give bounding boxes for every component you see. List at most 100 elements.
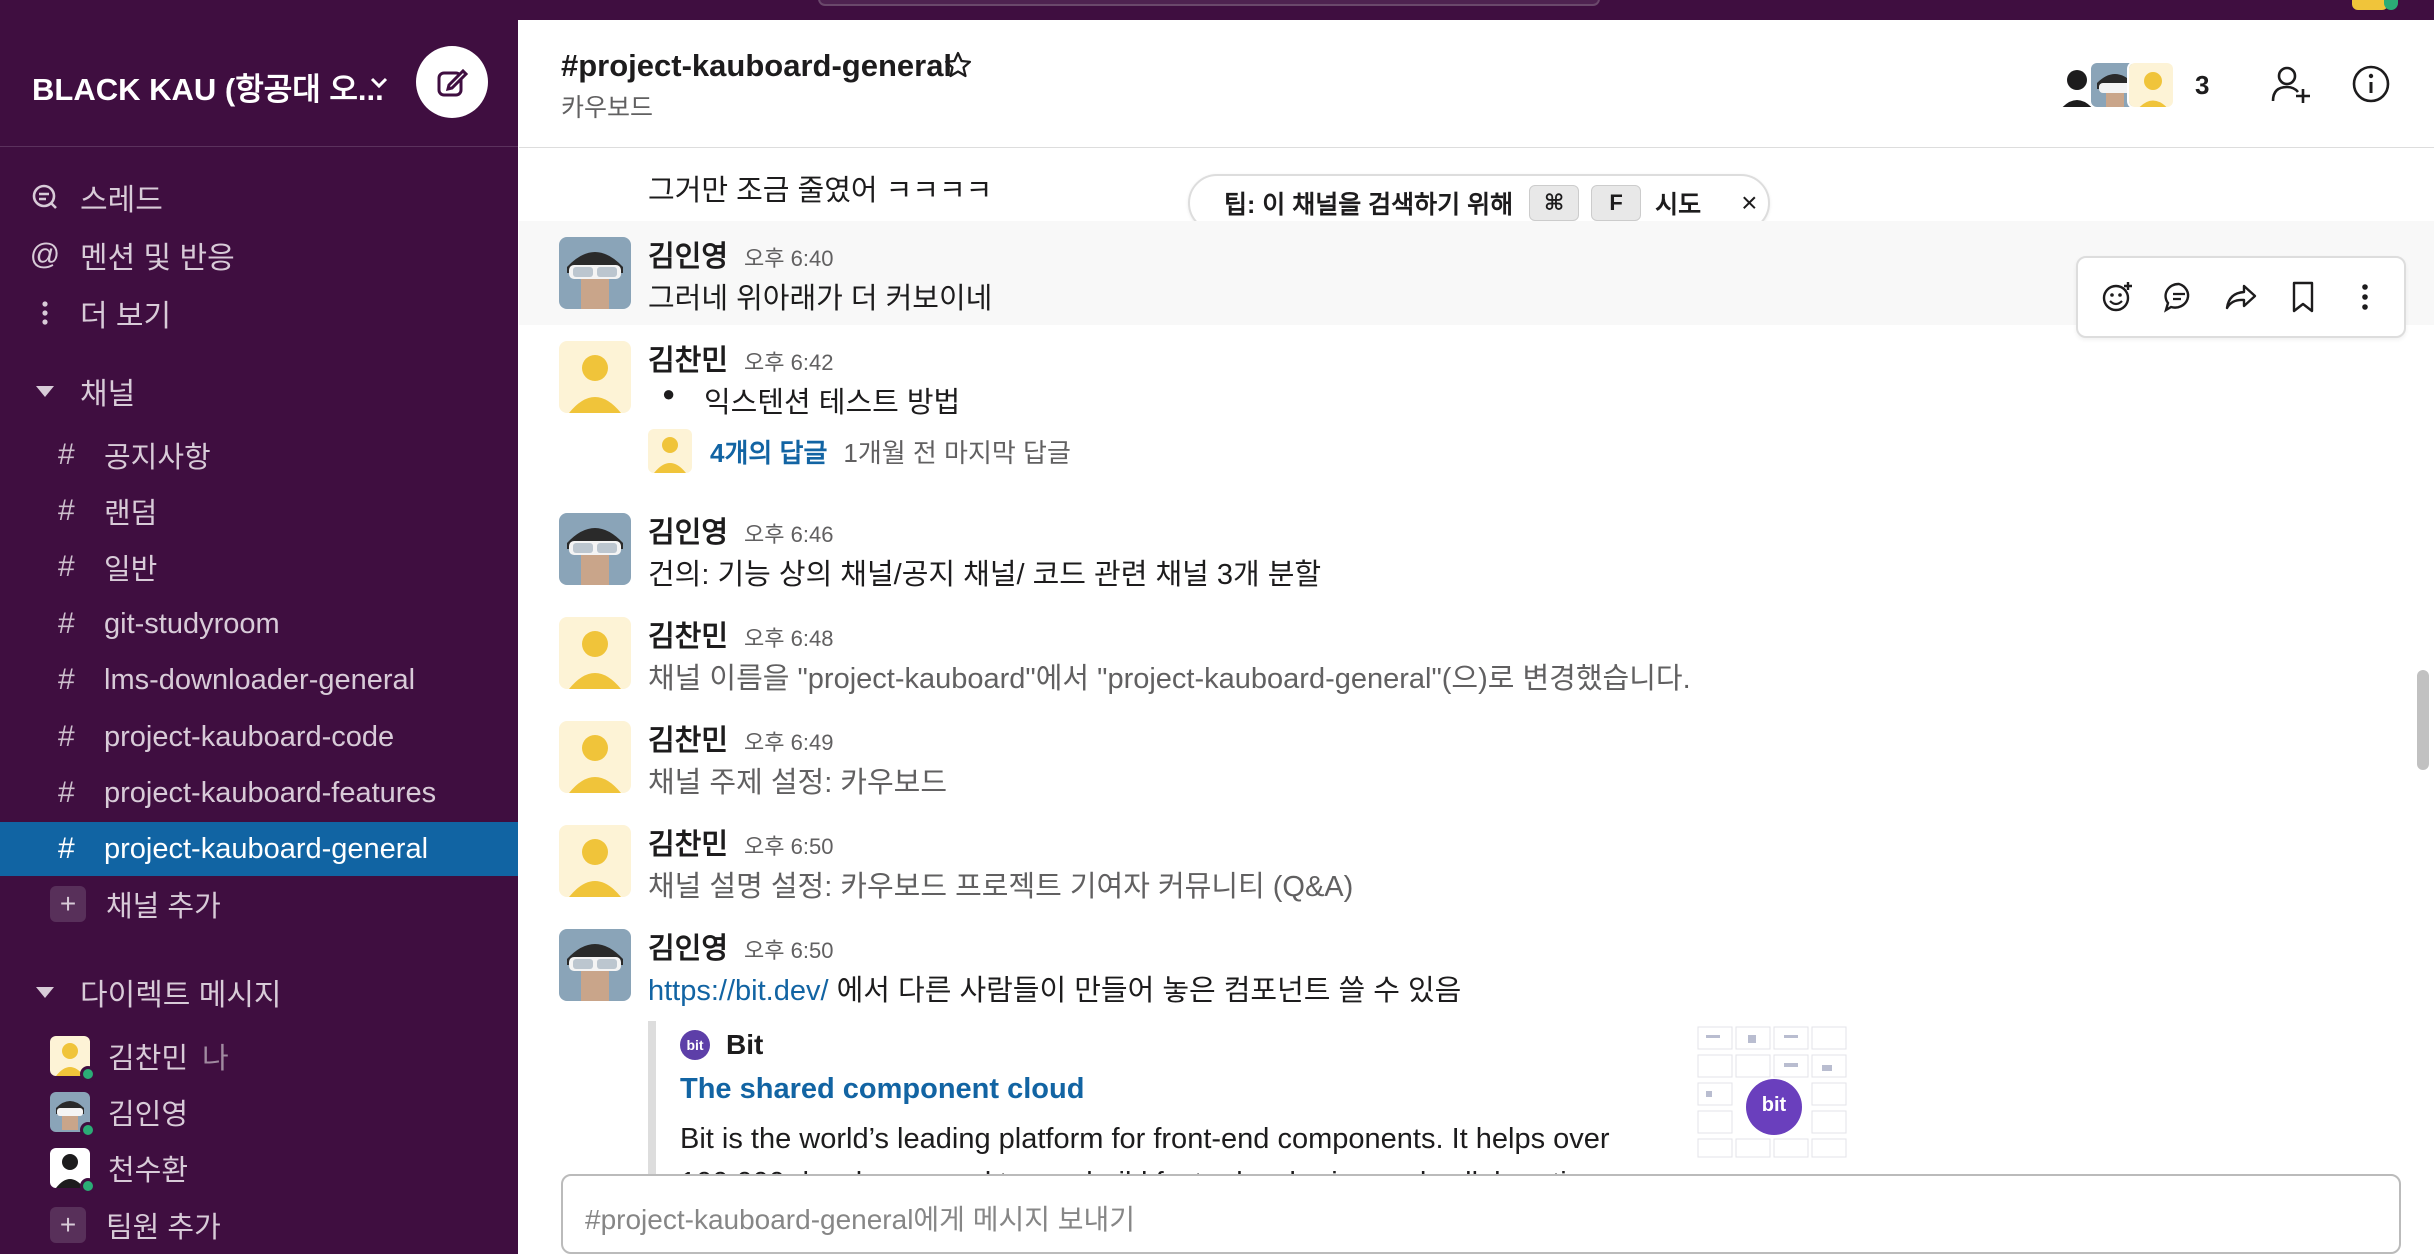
channel-item[interactable]: # project-kauboard-features — [0, 766, 518, 820]
message[interactable]: 김찬민 오후 6:49 채널 주제 설정: 카우보드 — [519, 707, 2434, 811]
f-key: F — [1591, 185, 1642, 221]
avatar[interactable] — [559, 237, 631, 309]
timestamp[interactable]: 오후 6:49 — [744, 730, 833, 755]
plus-icon: + — [50, 886, 86, 922]
channel-item[interactable]: # 공지사항 — [0, 428, 518, 482]
add-reaction-button[interactable] — [2097, 277, 2137, 317]
add-member-button[interactable]: + 팀원 추가 — [0, 1198, 518, 1252]
channel-item[interactable]: # lms-downloader-general — [0, 653, 518, 707]
message-author[interactable]: 김찬민 오후 6:49 — [648, 717, 833, 759]
add-channel-button[interactable]: + 채널 추가 — [0, 877, 518, 931]
member-list-button[interactable]: 3 — [2051, 60, 2209, 110]
message-composer[interactable]: #project-kauboard-general에게 메시지 보내기 — [561, 1174, 2401, 1254]
dm-section-header[interactable]: 다이렉트 메시지 — [36, 967, 282, 1017]
reply-count[interactable]: 4개의 답글 — [710, 433, 827, 470]
cmd-key: ⌘ — [1529, 185, 1580, 221]
nav-mentions-label: 멘션 및 반응 — [80, 242, 235, 275]
author-name[interactable]: 김찬민 — [648, 621, 728, 653]
timestamp[interactable]: 오후 6:50 — [744, 938, 833, 963]
message[interactable]: 김찬민 오후 6:42 ● 익스텐션 테스트 방법 4개의 답글 1개월 전 마지… — [519, 325, 2434, 499]
share-message-button[interactable] — [2221, 277, 2261, 317]
compose-button[interactable] — [416, 46, 488, 118]
thread-replies-link[interactable]: 4개의 답글 1개월 전 마지막 답글 — [648, 429, 1071, 473]
avatar[interactable] — [559, 825, 631, 897]
channel-item[interactable]: # 일반 — [0, 540, 518, 594]
reply-in-thread-button[interactable] — [2159, 277, 2199, 317]
message-author[interactable]: 김인영 오후 6:40 — [648, 233, 833, 275]
caret-down-icon — [36, 385, 54, 397]
timestamp[interactable]: 오후 6:40 — [744, 246, 833, 271]
channel-item[interactable]: # git-studyroom — [0, 597, 518, 651]
site-name: Bit — [726, 1029, 764, 1060]
last-reply-time: 1개월 전 마지막 답글 — [843, 437, 1071, 468]
link-preview[interactable]: bit Bit The shared component cloud Bit i… — [648, 1021, 1856, 1174]
channel-name: lms-downloader-general — [104, 663, 416, 696]
avatar[interactable] — [559, 513, 631, 585]
channels-section-header[interactable]: 채널 — [36, 366, 135, 416]
author-name[interactable]: 김인영 — [648, 241, 728, 273]
channel-topic[interactable]: 카우보드 — [561, 88, 653, 124]
message[interactable]: 김찬민 오후 6:48 채널 이름을 "project-kauboard"에서 "… — [519, 603, 2434, 707]
nav-threads[interactable]: 스레드 — [30, 173, 163, 221]
timestamp[interactable]: 오후 6:50 — [744, 834, 833, 859]
message-link[interactable]: https://bit.dev/ — [648, 975, 829, 1007]
channel-name: git-studyroom — [104, 607, 280, 640]
channel-item-active[interactable]: # project-kauboard-general — [0, 822, 518, 876]
avatar[interactable] — [559, 617, 631, 689]
star-icon[interactable] — [943, 50, 973, 80]
message-author[interactable]: 김인영 오후 6:50 — [648, 925, 833, 967]
hash-icon: # — [58, 550, 75, 583]
nav-threads-label: 스레드 — [80, 184, 163, 217]
message-author[interactable]: 김찬민 오후 6:50 — [648, 821, 833, 863]
nav-more[interactable]: 더 보기 — [30, 289, 171, 337]
author-name[interactable]: 김찬민 — [648, 829, 728, 861]
dm-item[interactable]: 김인영 — [0, 1085, 518, 1139]
nav-mentions[interactable]: @ 멘션 및 반응 — [30, 231, 235, 279]
add-people-button[interactable] — [2269, 62, 2313, 106]
message-text: 익스텐션 테스트 방법 — [704, 387, 961, 419]
scrollbar-thumb[interactable] — [2417, 670, 2429, 770]
author-name[interactable]: 김찬민 — [648, 345, 728, 377]
author-name[interactable]: 김찬민 — [648, 725, 728, 757]
link-preview-thumbnail[interactable]: bit — [1696, 1021, 1856, 1161]
save-message-button[interactable] — [2283, 277, 2323, 317]
add-person-icon — [2271, 66, 2310, 103]
dm-name: 김인영 — [108, 1099, 189, 1131]
message[interactable]: 김인영 오후 6:50 https://bit.dev/ 에서 다른 사람들이 만… — [519, 915, 2434, 1174]
timestamp[interactable]: 오후 6:42 — [744, 350, 833, 375]
message-text: 그러네 위아래가 더 커보이네 — [648, 283, 993, 315]
info-icon — [2352, 65, 2390, 103]
dm-item[interactable]: 김찬민 나 — [0, 1029, 518, 1083]
workspace-name[interactable]: BLACK KAU (항공대 오... — [32, 64, 384, 109]
user-avatar[interactable] — [2352, 0, 2388, 10]
close-icon[interactable]: × — [1741, 187, 1757, 219]
message-author[interactable]: 김찬민 오후 6:42 — [648, 337, 833, 379]
message[interactable]: 김찬민 오후 6:50 채널 설명 설정: 카우보드 프로젝트 기여자 커뮤니티 … — [519, 811, 2434, 915]
avatar[interactable] — [559, 721, 631, 793]
dm-item[interactable]: 천수환 — [0, 1141, 518, 1195]
author-name[interactable]: 김인영 — [648, 933, 728, 965]
channel-title[interactable]: #project-kauboard-general — [561, 48, 952, 84]
author-name[interactable]: 김인영 — [648, 517, 728, 549]
search-bar[interactable] — [818, 0, 1600, 6]
message-author[interactable]: 김찬민 오후 6:48 — [648, 613, 833, 655]
message[interactable]: 김인영 오후 6:40 그러네 위아래가 더 커보이네 — [519, 221, 2434, 338]
more-actions-button[interactable] — [2345, 277, 2385, 317]
link-preview-title[interactable]: The shared component cloud — [680, 1073, 1084, 1106]
timestamp[interactable]: 오후 6:46 — [744, 522, 833, 547]
chevron-down-icon[interactable] — [368, 72, 390, 94]
timestamp[interactable]: 오후 6:48 — [744, 626, 833, 651]
channel-details-button[interactable] — [2349, 62, 2393, 106]
channel-item[interactable]: # project-kauboard-code — [0, 710, 518, 764]
message-text: 건의: 기능 상의 채널/공지 채널/ 코드 관련 채널 3개 분할 — [648, 559, 1322, 591]
avatar[interactable] — [559, 341, 631, 413]
channel-name: project-kauboard-code — [104, 720, 395, 753]
channel-item[interactable]: # 랜덤 — [0, 484, 518, 538]
reply-avatar — [648, 429, 692, 473]
message-author[interactable]: 김인영 오후 6:46 — [648, 509, 833, 551]
message[interactable]: 김인영 오후 6:46 건의: 기능 상의 채널/공지 채널/ 코드 관련 채널 … — [519, 499, 2434, 603]
avatar[interactable] — [559, 929, 631, 1001]
at-icon: @ — [29, 238, 61, 271]
channel-name: 공지사항 — [104, 442, 211, 474]
composer-placeholder: #project-kauboard-general에게 메시지 보내기 — [585, 1204, 1136, 1235]
